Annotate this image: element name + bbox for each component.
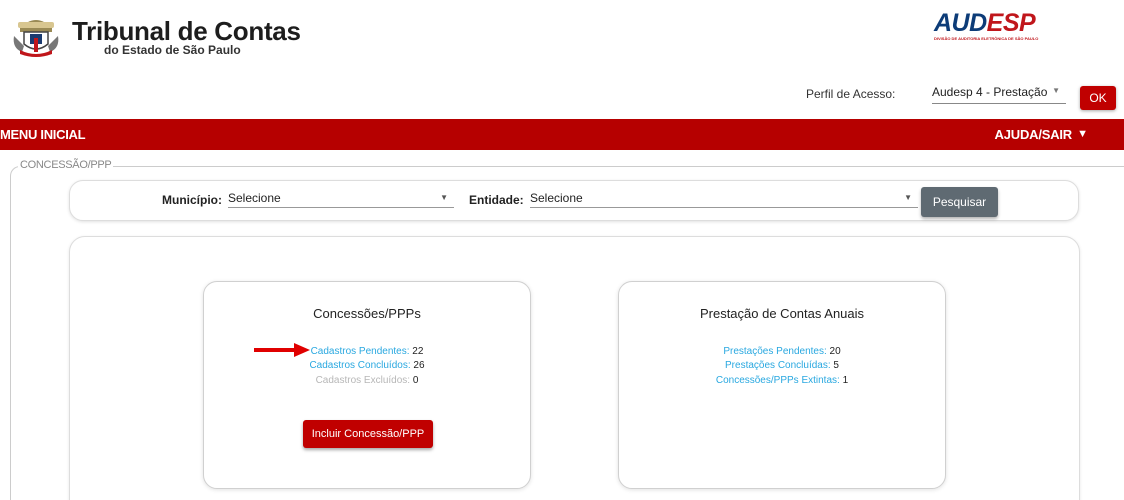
municipio-select[interactable]: Selecione ▼ <box>228 188 454 208</box>
org-subtitle: do Estado de São Paulo <box>104 43 241 57</box>
coat-of-arms-logo <box>13 20 59 57</box>
stat-label[interactable]: Cadastros Pendentes: <box>311 346 410 357</box>
stat-cadastros-excluidos: Cadastros Excluídos: 0 <box>204 375 530 387</box>
dropdown-caret-icon: ▼ <box>904 193 912 202</box>
stat-cadastros-concluidos[interactable]: Cadastros Concluídos: 26 <box>204 360 530 372</box>
stat-value: 1 <box>842 375 849 386</box>
ok-button[interactable]: OK <box>1080 86 1116 110</box>
stat-value: 22 <box>412 346 424 357</box>
stat-concessoes-extintas[interactable]: Concessões/PPPs Extintas: 1 <box>619 375 945 387</box>
chevron-down-icon[interactable]: ▼ <box>1077 128 1088 140</box>
profile-select[interactable]: Audesp 4 - Prestação ▼ <box>932 82 1066 104</box>
profile-select-value: Audesp 4 - Prestação <box>932 85 1048 99</box>
municipio-label: Município: <box>162 193 222 207</box>
section-legend: CONCESSÃO/PPP <box>18 159 114 171</box>
card-concessoes: Concessões/PPPs Cadastros Pendentes: 22 … <box>203 281 531 489</box>
dropdown-caret-icon: ▼ <box>1052 86 1060 95</box>
brand-right: ESP <box>986 9 1036 37</box>
stat-label[interactable]: Prestações Concluídas: <box>725 360 831 371</box>
stat-cadastros-pendentes[interactable]: Cadastros Pendentes: 22 <box>204 346 530 358</box>
profile-label: Perfil de Acesso: <box>806 87 896 101</box>
menu-bar: MENU INICIAL AJUDA/SAIR ▼ <box>0 119 1124 150</box>
pesquisar-button[interactable]: Pesquisar <box>921 187 998 217</box>
entidade-select[interactable]: Selecione ▼ <box>530 188 918 208</box>
stat-value: 0 <box>412 375 419 386</box>
stat-prestacoes-concluidas[interactable]: Prestações Concluídas: 5 <box>619 360 945 372</box>
stat-label[interactable]: Prestações Pendentes: <box>723 346 826 357</box>
incluir-concessao-button[interactable]: Incluir Concessão/PPP <box>303 420 433 448</box>
ajuda-sair-menu[interactable]: AJUDA/SAIR <box>995 127 1073 142</box>
page: Tribunal de Contas do Estado de São Paul… <box>0 0 1124 500</box>
entidade-label: Entidade: <box>469 193 524 207</box>
red-arrow-icon <box>254 343 310 357</box>
dropdown-caret-icon: ▼ <box>440 193 448 202</box>
stat-prestacoes-pendentes[interactable]: Prestações Pendentes: 20 <box>619 346 945 358</box>
menu-inicial-link[interactable]: MENU INICIAL <box>0 127 86 142</box>
audesp-logo: AUDESP <box>934 9 1036 38</box>
card-concessoes-title: Concessões/PPPs <box>313 306 421 321</box>
brand-left: AUD <box>934 9 987 37</box>
stat-label[interactable]: Concessões/PPPs Extintas: <box>716 375 840 386</box>
stat-value: 20 <box>829 346 841 357</box>
brand-tagline: DIVISÃO DE AUDITORIA ELETRÔNICA DE SÃO P… <box>934 36 1039 41</box>
municipio-select-value: Selecione <box>228 191 281 205</box>
stat-value: 26 <box>413 360 425 371</box>
stat-label[interactable]: Cadastros Concluídos: <box>309 360 410 371</box>
entidade-select-value: Selecione <box>530 191 583 205</box>
stat-label: Cadastros Excluídos: <box>315 375 411 386</box>
card-prestacao-title: Prestação de Contas Anuais <box>699 306 865 321</box>
card-prestacao: Prestação de Contas Anuais Prestações Pe… <box>618 281 946 489</box>
stat-value: 5 <box>833 360 839 371</box>
